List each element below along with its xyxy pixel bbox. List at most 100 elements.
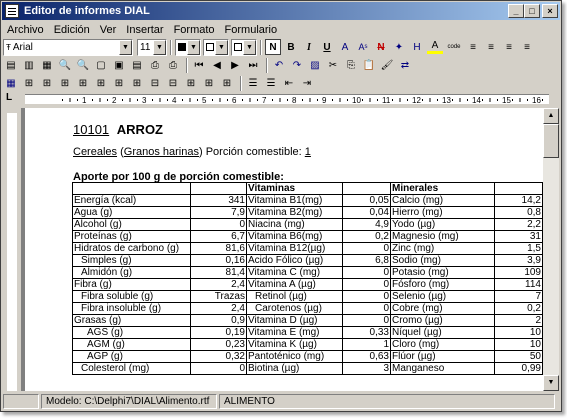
table-cell-value[interactable]: 0 [190, 362, 247, 375]
table-cell-value[interactable]: 114 [494, 278, 543, 291]
scroll-thumb[interactable] [543, 124, 559, 158]
insert-row-icon[interactable]: ⊞ [39, 75, 55, 91]
table-cell-value[interactable]: 81,4 [190, 266, 247, 279]
table-cell-value[interactable]: 0 [342, 314, 391, 327]
font-name-select[interactable]: Ŧ Arial ▼ [3, 38, 133, 56]
horizontal-ruler[interactable]: L 1 2 3 4 5 6 7 8 9 10 11 12 13 14 15 16 [3, 92, 559, 106]
merge-cells-icon[interactable]: ⊞ [111, 75, 127, 91]
portion-value[interactable]: 1 [305, 146, 311, 158]
table-cell-label[interactable]: Magnesio (mg) [390, 230, 495, 243]
table-cell-value[interactable]: 0,04 [342, 206, 391, 219]
table-cell-value[interactable]: 0 [342, 278, 391, 291]
vertical-ruler[interactable] [3, 108, 21, 391]
italic-button[interactable]: I [301, 39, 317, 55]
document-page[interactable]: 10101 ARROZ Cereales (Granos harinas) Po… [25, 108, 543, 391]
table-cell-value[interactable]: 0 [342, 242, 391, 255]
insert-table-icon[interactable]: ▦ [3, 75, 19, 91]
food-category[interactable]: Cereales [73, 146, 117, 158]
table-cell-value[interactable]: 0 [342, 290, 391, 303]
table-cell-value[interactable]: 14,2 [494, 194, 543, 207]
select-column-icon[interactable]: ⊟ [165, 75, 181, 91]
table-cell-label[interactable]: Selenio (µg) [390, 290, 495, 303]
last-page-icon[interactable]: ⏭ [245, 57, 261, 73]
table-cell-value[interactable]: 0,2 [342, 230, 391, 243]
cell-props-icon[interactable]: ⊞ [219, 75, 235, 91]
table-cell-label[interactable]: Hierro (mg) [390, 206, 495, 219]
table-cell-value[interactable]: 0,19 [190, 326, 247, 339]
table-cell-value[interactable]: 2 [494, 314, 543, 327]
table-cell-label[interactable]: Cobre (mg) [390, 302, 495, 315]
table-cell-label[interactable]: Pantoténico (mg) [246, 350, 343, 363]
document-icon[interactable]: ▤ [3, 57, 19, 73]
table-cell-value[interactable]: 3,9 [494, 254, 543, 267]
effects-icon[interactable]: ✦ [391, 39, 407, 55]
table-cell-label[interactable]: Vitamina B1(mg) [246, 194, 343, 207]
table-grid-icon[interactable]: ⊞ [21, 75, 37, 91]
highlight-button[interactable]: H [409, 39, 425, 55]
table-cell-label[interactable]: Vitamina K (µg) [246, 338, 343, 351]
menu-edicion[interactable]: Edición [49, 24, 95, 36]
table-cell-value[interactable]: 0,63 [342, 350, 391, 363]
preview-icon[interactable]: ▦ [39, 57, 55, 73]
border-select[interactable]: ▼ [203, 38, 229, 56]
list-numbers-icon[interactable]: ☰ [263, 75, 279, 91]
scroll-down-icon[interactable]: ▼ [543, 375, 559, 391]
table-cell-label[interactable]: Calcio (mg) [390, 194, 495, 207]
table-cell-label[interactable]: Vitamina A (µg) [246, 278, 343, 291]
table-cell-value[interactable]: 0 [342, 266, 391, 279]
table-cell-value[interactable]: 0,16 [190, 254, 247, 267]
menu-archivo[interactable]: Archivo [2, 24, 49, 36]
prev-page-icon[interactable]: ◀ [209, 57, 225, 73]
table-cell-label[interactable]: Energía (kcal) [72, 194, 191, 207]
font-color-button[interactable]: A [427, 40, 443, 54]
table-cell-value[interactable]: 0,33 [342, 326, 391, 339]
scroll-up-icon[interactable]: ▲ [543, 108, 559, 124]
food-code[interactable]: 10101 [73, 122, 109, 137]
select-row-icon[interactable]: ⊟ [147, 75, 163, 91]
split-cells-icon[interactable]: ⊞ [129, 75, 145, 91]
table-cell-label[interactable]: Agua (g) [72, 206, 191, 219]
table-cell-label[interactable]: Grasas (g) [72, 314, 191, 327]
chevron-down-icon[interactable]: ▼ [187, 39, 200, 55]
table-cell-label[interactable]: Vitamina B2(mg) [246, 206, 343, 219]
bold-button[interactable]: B [283, 39, 299, 55]
table-cell-label[interactable]: AGP (g) [72, 350, 191, 363]
table-cell-label[interactable]: Fibra insoluble (g) [72, 302, 191, 315]
title-bar[interactable]: Editor de informes DIAL _ □ × [2, 2, 560, 20]
print-setup-icon[interactable]: ⎙ [165, 57, 181, 73]
ruler-scale[interactable]: 1 2 3 4 5 6 7 8 9 10 11 12 13 14 15 16 [25, 94, 549, 105]
line-style-select[interactable]: ▼ [175, 38, 201, 56]
paste-icon[interactable]: 📋 [361, 57, 377, 73]
table-cell-label[interactable]: Vitamina B12(µg) [246, 242, 343, 255]
food-subcategory[interactable]: Granos harinas [124, 146, 199, 158]
table-cell-value[interactable]: 7 [494, 290, 543, 303]
table-cell-label[interactable]: Vitamina E (mg) [246, 326, 343, 339]
table-cell-value[interactable]: 0,9 [190, 314, 247, 327]
table-cell-value[interactable]: 109 [494, 266, 543, 279]
first-page-icon[interactable]: ⏮ [191, 57, 207, 73]
copy-icon[interactable]: ⎘ [343, 57, 359, 73]
next-page-icon[interactable]: ▶ [227, 57, 243, 73]
indent-icon[interactable]: ⇥ [299, 75, 315, 91]
table-cell-value[interactable]: 4,9 [342, 218, 391, 231]
table-cell-value[interactable]: 0,05 [342, 194, 391, 207]
font-size-select[interactable]: 11 ▼ [137, 38, 167, 56]
table-cell-label[interactable]: Zinc (mg) [390, 242, 495, 255]
table-cell-label[interactable]: Vitamina B6(mg) [246, 230, 343, 243]
table-cell-label[interactable]: Yodo (µg) [390, 218, 495, 231]
table-cell-value[interactable]: 10 [494, 338, 543, 351]
align-justify-icon[interactable]: ≡ [519, 39, 535, 55]
table-cell-value[interactable]: 0 [342, 302, 391, 315]
frame-select[interactable]: ▼ [231, 38, 257, 56]
zoom-out-icon[interactable]: 🔍 [75, 57, 91, 73]
list-bullets-icon[interactable]: ☰ [245, 75, 261, 91]
table-cell-label[interactable]: Niacina (mg) [246, 218, 343, 231]
close-button[interactable]: × [542, 4, 558, 18]
table-cell-value[interactable]: 6,8 [342, 254, 391, 267]
table-cell-label[interactable]: Alcohol (g) [72, 218, 191, 231]
chevron-down-icon[interactable]: ▼ [243, 39, 256, 55]
redo-icon[interactable]: ↷ [289, 57, 305, 73]
table-cell-label[interactable]: Sodio (mg) [390, 254, 495, 267]
table-cell-value[interactable]: 31 [494, 230, 543, 243]
print-icon[interactable]: ⎙ [147, 57, 163, 73]
